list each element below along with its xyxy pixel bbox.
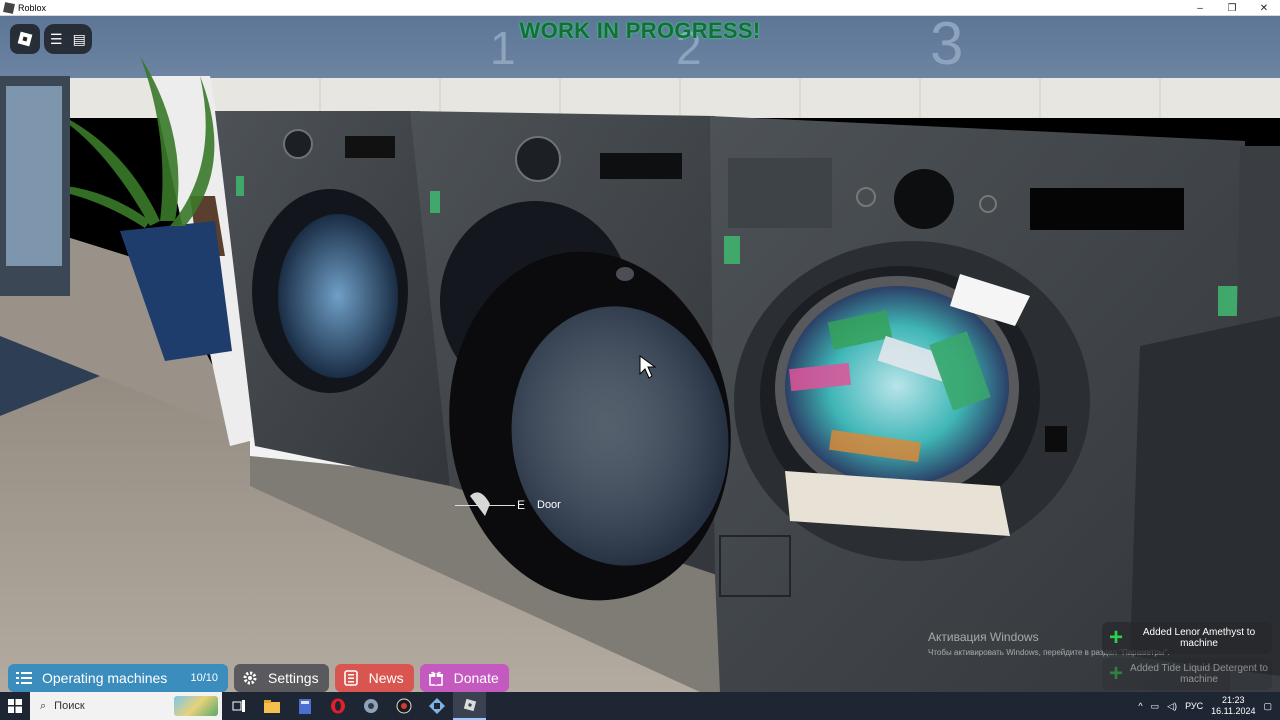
window-title: Roblox [18,2,47,13]
windows-logo-icon [8,699,22,713]
taskbar-clock[interactable]: 21:23 16.11.2024 [1211,695,1255,717]
donate-label: Donate [453,670,499,686]
obs-icon[interactable] [387,692,420,720]
settings-button[interactable]: Settings [234,664,329,692]
notification-center-icon[interactable]: ▢ [1263,701,1272,712]
roblox-app-icon [3,1,15,14]
volume-icon[interactable]: ◁) [1167,701,1177,712]
menu-icon[interactable]: ☰ [50,32,63,46]
notification: + Added Lenor Amethyst to machine [1102,622,1272,654]
clock-date: 16.11.2024 [1211,706,1256,716]
operating-machines-label: Operating machines [42,670,168,686]
roblox-menu-group: ☰ ▤ [44,24,92,54]
file-explorer-icon[interactable] [255,692,288,720]
windows-start-button[interactable] [0,692,30,720]
minimize-button[interactable]: – [1184,0,1216,16]
gift-icon [428,670,444,686]
game-viewport[interactable]: 1 2 3 WORK IN PROGRESS! ☰ ▤ E Door Актив… [0,16,1280,692]
news-icon [343,670,359,686]
chevron-up-icon[interactable]: ^ [1138,701,1142,711]
gear-icon [242,670,258,686]
task-view-icon[interactable] [222,692,255,720]
roblox-logo-icon[interactable] [10,24,40,54]
interaction-prompt[interactable]: E Door [455,498,561,512]
donate-button[interactable]: Donate [419,664,509,692]
plus-icon: + [1108,660,1123,687]
language-indicator[interactable]: РУС [1185,701,1203,711]
window-titlebar: Roblox – ❐ ✕ [0,0,1280,16]
search-highlight-image [174,696,218,716]
list-icon [16,670,32,686]
windows-taskbar: ⌕ Поиск ^ ▭ ◁) РУС 21:23 16.11.2024 ▢ [0,692,1280,720]
operating-machines-button[interactable]: Operating machines 10/10 [8,664,228,692]
app2-icon[interactable] [420,692,453,720]
app-icon[interactable] [354,692,387,720]
settings-label: Settings [268,670,319,686]
chat-icon[interactable]: ▤ [73,32,86,46]
roblox-icon[interactable] [453,692,486,720]
prompt-key: E [517,498,526,512]
calculator-icon[interactable] [288,692,321,720]
taskbar-search[interactable]: ⌕ Поиск [30,692,222,720]
machines-count: 10/10 [190,672,218,684]
work-in-progress-banner: WORK IN PROGRESS! [519,18,761,43]
prompt-line [455,504,515,506]
maximize-button[interactable]: ❐ [1216,0,1248,16]
prompt-label: Door [537,499,561,511]
news-button[interactable]: News [334,664,414,692]
laundromat-scene: 1 2 3 [0,16,1280,692]
close-button[interactable]: ✕ [1248,0,1280,16]
network-icon[interactable]: ▭ [1151,701,1160,712]
game-menu-bar: Operating machines 10/10 Settings News D… [8,664,509,692]
search-placeholder: Поиск [54,700,85,712]
notification: + Added Tide Liquid Detergent to machine [1102,658,1272,690]
opera-icon[interactable] [321,692,354,720]
notification-text: Added Lenor Amethyst to machine [1142,627,1256,649]
system-tray: ^ ▭ ◁) РУС 21:23 16.11.2024 ▢ [1138,692,1280,720]
search-icon: ⌕ [40,699,47,712]
roblox-top-controls: ☰ ▤ [10,24,92,54]
plus-icon: + [1108,624,1123,651]
notification-text: Added Tide Liquid Detergent to machine [1130,663,1268,685]
news-label: News [368,670,404,686]
clock-time: 21:23 [1222,695,1245,705]
